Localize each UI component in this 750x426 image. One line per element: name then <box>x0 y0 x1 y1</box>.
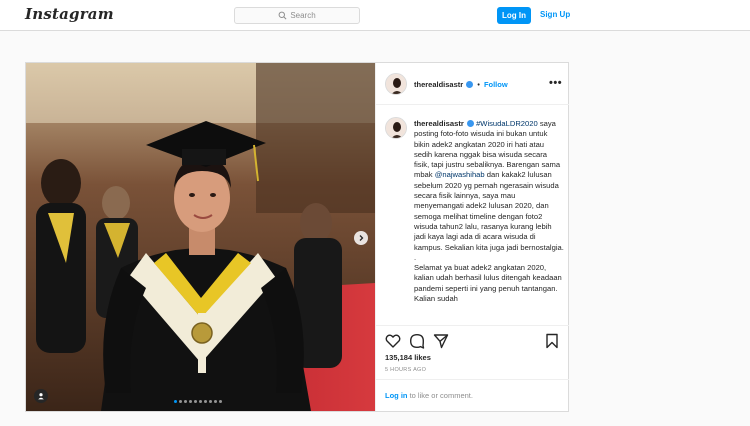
post-author: therealdisastr • Follow <box>414 80 508 89</box>
comment-prompt-text: to like or comment. <box>409 391 473 400</box>
profile-picture <box>386 74 406 94</box>
tagged-users-button[interactable] <box>34 389 48 403</box>
post-timestamp[interactable]: 5 HOURS AGO <box>385 367 426 373</box>
caption-username[interactable]: therealdisastr <box>414 119 464 128</box>
login-button[interactable]: Log In <box>497 7 531 24</box>
carousel-dot <box>199 400 202 403</box>
signup-link[interactable]: Sign Up <box>540 10 570 19</box>
instagram-logo[interactable]: Instagram <box>25 5 114 23</box>
verified-badge-icon <box>466 81 474 88</box>
username-link[interactable]: therealdisastr <box>414 80 463 89</box>
comment-prompt: Log in to like or comment. <box>376 379 569 411</box>
search-placeholder: Search <box>290 11 316 20</box>
carousel-dot <box>219 400 222 403</box>
post-sidebar: therealdisastr • Follow ••• therealdisas… <box>375 63 569 411</box>
carousel-dot <box>194 400 197 403</box>
action-bar <box>376 325 569 355</box>
post-card: therealdisastr • Follow ••• therealdisas… <box>25 62 569 412</box>
person-icon <box>38 393 44 400</box>
carousel-dot <box>209 400 212 403</box>
hashtag-link[interactable]: #WisudaLDR2020 <box>476 119 538 128</box>
carousel-dot <box>214 400 217 403</box>
search-input[interactable]: Search <box>234 7 360 24</box>
profile-picture <box>386 118 406 138</box>
verified-badge-icon <box>466 120 474 127</box>
top-nav-bar: Instagram Search Log In Sign Up <box>0 0 750 31</box>
comment-icon[interactable] <box>409 333 425 349</box>
caption-body-2: dan kakak2 lulusan sebelum 2020 yg perna… <box>414 170 564 304</box>
caption-section: therealdisastr #WisudaLDR2020 saya posti… <box>376 106 569 324</box>
search-icon <box>278 11 287 20</box>
share-icon[interactable] <box>433 333 449 349</box>
carousel-indicator <box>174 400 222 403</box>
heart-icon[interactable] <box>385 333 401 349</box>
post-photo[interactable] <box>26 63 375 411</box>
likes-count[interactable]: 135,184 likes <box>385 353 431 362</box>
more-options-icon[interactable]: ••• <box>549 77 562 89</box>
carousel-dot <box>184 400 187 403</box>
post-header: therealdisastr • Follow ••• <box>376 63 569 105</box>
carousel-dot <box>204 400 207 403</box>
bookmark-icon[interactable] <box>544 333 560 349</box>
carousel-next-button[interactable] <box>354 231 368 245</box>
separator-dot: • <box>477 82 480 89</box>
login-to-comment-link[interactable]: Log in <box>385 391 408 400</box>
caption-text: therealdisastr #WisudaLDR2020 saya posti… <box>414 119 564 304</box>
carousel-dot <box>189 400 192 403</box>
follow-button[interactable]: Follow <box>484 80 508 89</box>
mention-link[interactable]: @najwashihab <box>435 170 485 179</box>
carousel-dot <box>174 400 177 403</box>
avatar[interactable] <box>385 117 407 139</box>
avatar[interactable] <box>385 73 407 95</box>
chevron-right-icon <box>359 235 364 241</box>
graduation-photo-image <box>26 63 375 411</box>
carousel-dot <box>179 400 182 403</box>
